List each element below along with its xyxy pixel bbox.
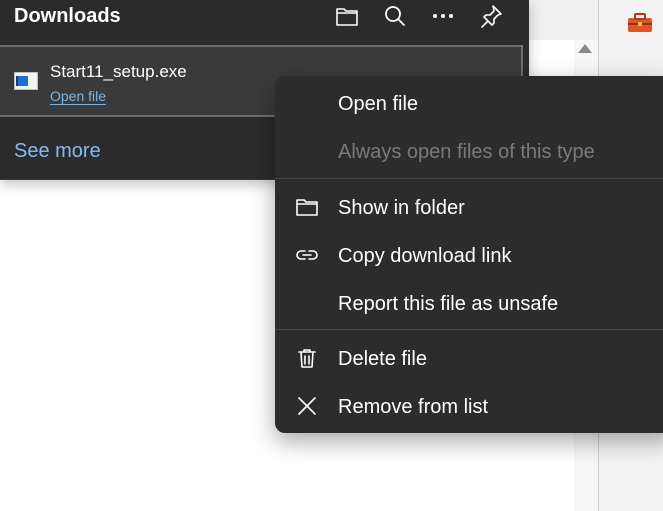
close-icon xyxy=(295,394,319,418)
exe-file-icon xyxy=(14,72,38,90)
menu-item-show-in-folder[interactable]: Show in folder xyxy=(275,185,663,229)
menu-item-label: Report this file as unsafe xyxy=(338,293,559,315)
menu-item-report-unsafe[interactable]: Report this file as unsafe xyxy=(275,281,663,325)
downloads-title: Downloads xyxy=(14,5,121,27)
see-more-link[interactable]: See more xyxy=(14,140,101,163)
folder-icon[interactable] xyxy=(332,2,362,30)
menu-item-always-open: Always open files of this type xyxy=(275,129,663,173)
menu-item-remove-from-list[interactable]: Remove from list xyxy=(275,384,663,428)
tab-strip-area xyxy=(527,0,598,40)
menu-item-open-file[interactable]: Open file xyxy=(275,81,663,125)
link-icon xyxy=(295,243,319,267)
trash-icon xyxy=(295,346,319,370)
menu-item-label: Delete file xyxy=(338,348,427,370)
pin-icon[interactable] xyxy=(476,2,506,30)
menu-divider xyxy=(275,329,663,330)
search-icon[interactable] xyxy=(380,2,410,30)
scroll-up-arrow-icon[interactable] xyxy=(578,44,592,53)
menu-item-label: Open file xyxy=(338,93,419,115)
open-file-link[interactable]: Open file xyxy=(50,88,107,105)
menu-divider xyxy=(275,178,663,179)
folder-icon xyxy=(295,195,319,219)
menu-item-copy-link[interactable]: Copy download link xyxy=(275,233,663,277)
file-name: Start11_setup.exe xyxy=(50,62,187,81)
menu-item-label: Always open files of this type xyxy=(338,141,595,163)
toolbox-icon[interactable] xyxy=(626,12,654,34)
menu-item-delete-file[interactable]: Delete file xyxy=(275,336,663,380)
menu-item-label: Remove from list xyxy=(338,396,489,418)
more-icon[interactable] xyxy=(428,2,458,30)
context-menu: Open file Always open files of this type… xyxy=(275,76,663,433)
menu-item-label: Copy download link xyxy=(338,245,512,267)
menu-item-label: Show in folder xyxy=(338,197,465,219)
